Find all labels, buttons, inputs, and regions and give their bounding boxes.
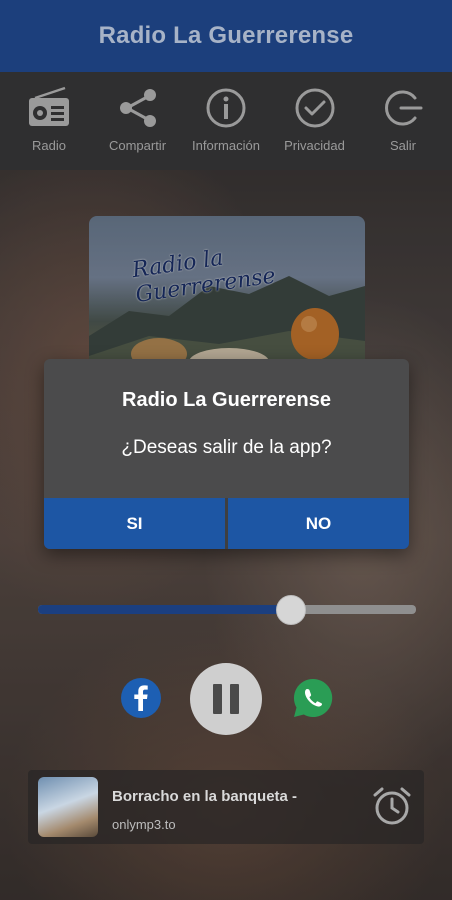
slider-thumb[interactable] [276,595,307,625]
exit-icon [385,90,423,126]
radio-icon [29,86,69,126]
alarm-clock-icon[interactable] [370,784,414,828]
facebook-icon[interactable] [120,677,162,719]
toolbar-share-label: Compartir [108,138,167,153]
toolbar-radio-button[interactable]: Radio [6,72,92,170]
toolbar-exit-button[interactable]: Salir [360,72,446,170]
track-title: Borracho en la banqueta - [112,788,298,805]
volume-slider[interactable] [38,595,416,625]
pause-icon-bar-right [230,684,239,714]
yes-button[interactable]: SI [44,498,225,549]
slider-fill [38,605,292,614]
toolbar-radio-label: Radio [32,138,66,153]
app-title: Radio La Guerrerense [98,22,354,49]
toolbar-exit-label: Salir [389,138,416,153]
check-circle-icon [295,88,334,128]
whatsapp-icon[interactable] [291,676,335,720]
pause-icon-bar-left [213,684,222,714]
dialog-title: Radio La Guerrerense [122,389,331,411]
toolbar-info-button[interactable]: Información [183,72,269,170]
track-thumbnail [38,777,98,837]
info-icon [206,88,246,128]
dialog-message: ¿Deseas salir de la app? [121,437,332,458]
toolbar-privacy-label: Privacidad [284,138,345,153]
exit-confirm-dialog: Radio La Guerrerense ¿Deseas salir de la… [44,359,409,549]
now-playing-bar[interactable]: Borracho en la banqueta - onlymp3.to [28,770,424,844]
toolbar-privacy-button[interactable]: Privacidad [272,72,358,170]
dialog-buttons: SI NO [44,498,409,549]
app-header: Radio La Guerrerense [0,0,452,72]
share-icon [119,89,156,127]
toolbar: Radio Compartir Información Privacidad S… [0,72,452,170]
pause-button[interactable] [190,663,262,735]
no-button[interactable]: NO [228,498,409,549]
toolbar-info-label: Información [192,138,260,153]
toolbar-share-button[interactable]: Compartir [95,72,181,170]
track-source: onlymp3.to [112,817,176,832]
